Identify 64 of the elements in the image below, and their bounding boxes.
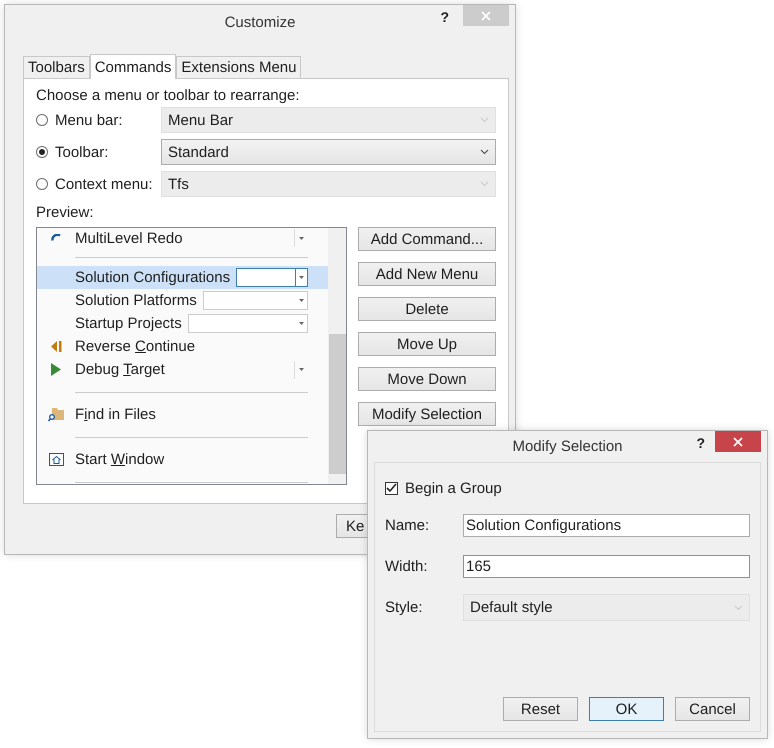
window-title: Customize	[224, 14, 296, 30]
prompt-label: Choose a menu or toolbar to rearrange:	[36, 87, 300, 104]
command-label: MultiLevel Redo	[75, 230, 183, 246]
play-icon	[51, 363, 61, 376]
chevron-down-icon	[480, 181, 489, 187]
preview-label: Preview:	[36, 204, 95, 221]
command-button[interactable]: Add Command...	[358, 227, 496, 251]
home-window-icon	[48, 453, 64, 466]
toolbar-item[interactable]: Find in Files	[37, 403, 328, 426]
toolbar-item[interactable]: MultiLevel Redo	[37, 228, 328, 248]
close-icon	[481, 10, 491, 20]
dialog-button[interactable]: Cancel	[675, 697, 750, 721]
window-title: Modify Selection	[512, 438, 623, 455]
checkbox-label: Begin a Group	[405, 480, 502, 496]
help-button[interactable]: ?	[440, 9, 449, 25]
command-label: Start Window	[75, 451, 164, 468]
help-button[interactable]: ?	[696, 435, 705, 451]
scrollbar[interactable]	[328, 228, 346, 484]
dialog-button[interactable]: Reset	[503, 697, 578, 721]
command-label: Solution Configurations	[75, 269, 230, 286]
dialog-button[interactable]: OK	[589, 697, 664, 721]
dropdown[interactable]: Standard	[161, 139, 496, 165]
tab[interactable]: Toolbars	[23, 56, 90, 78]
command-label: Solution Platforms	[75, 292, 197, 309]
field-label: Name:	[385, 517, 430, 534]
toolbar-item[interactable]: Startup Projects	[37, 312, 328, 335]
field-label: Width:	[385, 558, 429, 575]
tab[interactable]: Commands	[90, 54, 176, 79]
folder-search-icon	[48, 407, 64, 422]
field-label: Style:	[385, 599, 424, 616]
command-button[interactable]: Add New Menu	[358, 262, 496, 286]
text-field[interactable]: 165	[463, 555, 750, 578]
command-label: Reverse Continue	[75, 338, 196, 355]
command-button[interactable]: Move Up	[358, 332, 496, 356]
command-label: Find in Files	[75, 406, 156, 423]
checkbox[interactable]	[385, 482, 398, 494]
command-label: Startup Projects	[75, 315, 182, 332]
option-label: Context menu:	[55, 176, 154, 192]
dropdown-arrow-icon	[299, 276, 304, 279]
toolbar-item[interactable]: Debug Target	[37, 358, 328, 381]
toolbar-item[interactable]: Solution Platforms	[37, 289, 328, 312]
close-icon	[733, 436, 743, 446]
command-label: Debug Target	[75, 361, 165, 378]
text-field[interactable]: Solution Configurations	[463, 514, 750, 537]
option-label: Toolbar:	[55, 144, 110, 160]
step-back-icon	[50, 341, 62, 352]
command-button[interactable]: Delete	[358, 297, 496, 321]
dropdown-arrow-icon	[299, 368, 304, 371]
radio-button[interactable]	[36, 146, 48, 158]
command-button[interactable]: Move Down	[358, 367, 496, 391]
dropdown-arrow-icon	[299, 236, 304, 240]
tab[interactable]: Extensions Menu	[176, 56, 302, 78]
dropdown-arrow-icon	[299, 299, 304, 302]
command-button[interactable]: Modify Selection	[358, 402, 496, 426]
chevron-down-icon	[480, 149, 489, 155]
chevron-down-icon	[734, 604, 743, 610]
close-button[interactable]	[715, 431, 761, 452]
dropdown-arrow-icon	[299, 322, 304, 325]
toolbar-item[interactable]: Reverse Continue	[37, 335, 328, 358]
chevron-down-icon	[480, 117, 489, 123]
style-dropdown[interactable]: Default style	[463, 594, 750, 621]
toolbar-item[interactable]: Solution Configurations	[37, 266, 328, 289]
option-label: Menu bar:	[55, 112, 124, 128]
toolbar-item[interactable]: Start Window	[37, 448, 328, 471]
